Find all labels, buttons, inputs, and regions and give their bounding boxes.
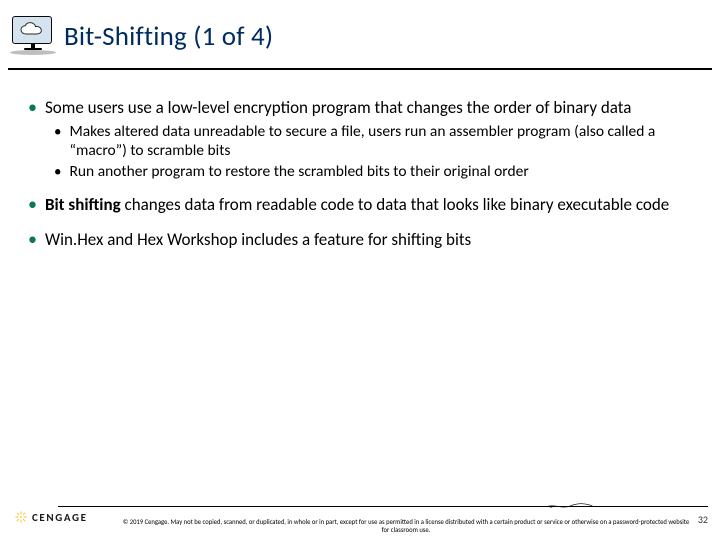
star-icon (14, 510, 28, 524)
copyright-text: © 2019 Cengage. May not be copied, scann… (120, 518, 692, 534)
bullet-dot-icon: • (54, 163, 61, 182)
slide-body: • Some users use a low-level encryption … (28, 98, 696, 255)
page-number: 32 (698, 513, 708, 526)
slide-header: Bit-Shifting (1 of 4) (8, 14, 712, 70)
bullet-text: Bit shifting changes data from readable … (45, 195, 669, 216)
brand-name: CENGAGE (32, 511, 88, 524)
monitor-stand-icon (24, 44, 42, 50)
bullet-level1: • Win.Hex and Hex Workshop includes a fe… (28, 230, 696, 251)
bullet-level2: • Run another program to restore the scr… (54, 163, 696, 182)
cloud-monitor-icon (12, 16, 52, 44)
slide: Bit-Shifting (1 of 4) • Some users use a… (0, 0, 720, 540)
brand-logo: CENGAGE (14, 510, 88, 524)
bullet-level2: • Makes altered data unreadable to secur… (54, 123, 696, 161)
bold-term: Bit shifting (45, 194, 121, 215)
bullet-text: Some users use a low-level encryption pr… (45, 98, 631, 119)
bullet-text: Win.Hex and Hex Workshop includes a feat… (45, 230, 471, 251)
footer-rule-line (58, 506, 708, 507)
bullet-dot-icon: • (28, 195, 37, 216)
bullet-text: Run another program to restore the scram… (69, 163, 528, 182)
bullet-dot-icon: • (28, 230, 37, 251)
slide-title: Bit-Shifting (1 of 4) (64, 20, 273, 53)
bullet-dot-icon: • (54, 123, 61, 161)
bullet-text-rest: changes data from readable code to data … (121, 194, 670, 215)
bullet-text: Makes altered data unreadable to secure … (69, 123, 696, 161)
footer-flourish-icon (540, 502, 600, 510)
bullet-sub-group: • Makes altered data unreadable to secur… (54, 123, 696, 182)
bullet-level1: • Some users use a low-level encryption … (28, 98, 696, 119)
header-icon (10, 16, 54, 52)
footer-rule (58, 502, 708, 508)
bullet-dot-icon: • (28, 98, 37, 119)
bullet-level1: • Bit shifting changes data from readabl… (28, 195, 696, 216)
icon-shadow (10, 50, 56, 55)
slide-footer: CENGAGE © 2019 Cengage. May not be copie… (0, 492, 720, 540)
